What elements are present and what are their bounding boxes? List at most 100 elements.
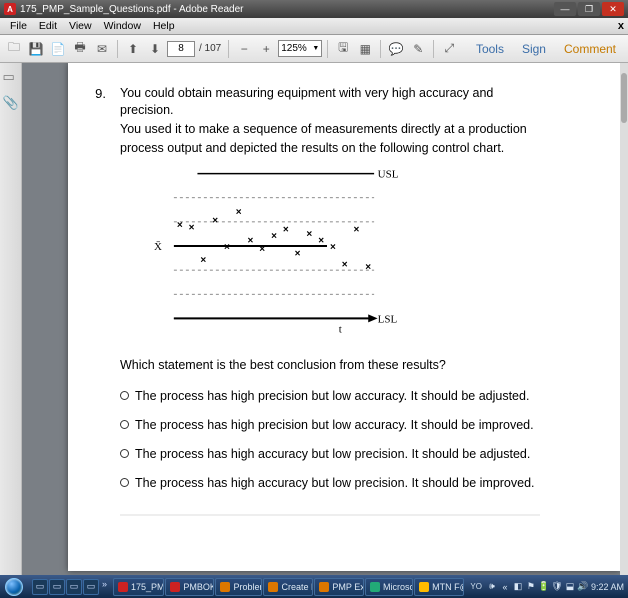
email-icon[interactable]: ✉ xyxy=(92,39,112,59)
zoom-in-button[interactable]: + xyxy=(256,39,276,59)
tools-panel-button[interactable]: Tools xyxy=(468,40,512,58)
navigation-pane: ▭ 📎 xyxy=(0,63,22,575)
taskbar-item-label: Problem lo... xyxy=(233,582,262,592)
window-close-button[interactable]: ✕ xyxy=(602,2,624,16)
svg-text:×: × xyxy=(236,206,242,217)
print-icon[interactable]: 🖶 xyxy=(70,39,90,59)
svg-text:X̄: X̄ xyxy=(154,240,162,252)
taskbar-item-icon xyxy=(268,582,278,592)
taskbar-item[interactable]: Create Foru... xyxy=(263,578,313,596)
open-icon[interactable]: 🗀 xyxy=(4,39,24,59)
svg-text:×: × xyxy=(248,235,254,246)
tray-expand-icon[interactable]: « xyxy=(500,582,510,592)
menu-window[interactable]: Window xyxy=(98,19,147,33)
option-c-label: The process has high accuracy but low pr… xyxy=(135,446,530,463)
svg-text:LSL: LSL xyxy=(378,313,398,325)
page-down-button[interactable]: ⬇ xyxy=(145,39,165,59)
taskbar-item-label: PMBOKGui... xyxy=(183,582,214,592)
zoom-select[interactable]: 125%▼ xyxy=(278,40,322,57)
windows-orb-icon xyxy=(5,578,23,596)
radio-icon xyxy=(120,478,129,487)
page-number-input[interactable] xyxy=(167,41,195,57)
sign-panel-button[interactable]: Sign xyxy=(514,40,554,58)
attachments-icon[interactable]: 📎 xyxy=(3,95,19,111)
menu-file[interactable]: File xyxy=(4,19,33,33)
separator xyxy=(117,40,118,58)
option-a-label: The process has high precision but low a… xyxy=(135,388,529,405)
option-d-label: The process has high accuracy but low pr… xyxy=(135,475,535,492)
vertical-scrollbar[interactable] xyxy=(620,63,628,575)
tray-icon[interactable]: 🕪 xyxy=(487,582,497,592)
adobe-reader-icon: A xyxy=(4,3,16,15)
menu-view[interactable]: View xyxy=(63,19,98,33)
window-titlebar: A 175_PMP_Sample_Questions.pdf - Adobe R… xyxy=(0,0,628,18)
taskbar-item[interactable]: PMBOKGui... xyxy=(165,578,214,596)
taskbar-item[interactable]: Problem lo... xyxy=(215,578,262,596)
read-mode-icon[interactable]: ⤢ xyxy=(439,39,459,59)
option-b[interactable]: The process has high precision but low a… xyxy=(120,417,540,434)
doc-close-button[interactable]: x xyxy=(618,20,624,32)
window-minimize-button[interactable]: — xyxy=(554,2,576,16)
svg-text:×: × xyxy=(224,242,230,253)
page-total-label: / 107 xyxy=(197,43,223,54)
document-area: 9. You could obtain measuring equipment … xyxy=(22,63,628,575)
tray-icon[interactable]: ⚑ xyxy=(526,582,536,592)
taskbar-item-icon xyxy=(118,582,128,592)
menu-edit[interactable]: Edit xyxy=(33,19,63,33)
menu-bar: File Edit View Window Help x xyxy=(0,18,628,35)
scrollbar-thumb[interactable] xyxy=(621,73,627,123)
quick-launch: ▭ ▭ ▭ ▭ » xyxy=(28,579,113,595)
separator xyxy=(228,40,229,58)
highlight-icon[interactable]: ✎ xyxy=(408,39,428,59)
view-tool-icon[interactable]: ▦ xyxy=(355,39,375,59)
tray-icon[interactable]: 🛡 xyxy=(552,582,562,592)
ql-item[interactable]: ▭ xyxy=(83,579,99,595)
taskbar-item-label: 175_PMP_S... xyxy=(131,582,164,592)
option-a[interactable]: The process has high precision but low a… xyxy=(120,388,540,405)
taskbar-item[interactable]: PMP Exam ... xyxy=(314,578,364,596)
taskbar-item[interactable]: MTN F@stL... xyxy=(414,578,464,596)
window-maximize-button[interactable]: ❐ xyxy=(578,2,600,16)
taskbar-item[interactable]: 175_PMP_S... xyxy=(113,578,164,596)
control-chart: USLLSLX̄t××××××××××××××××× xyxy=(150,163,540,348)
ql-item[interactable]: ▭ xyxy=(32,579,48,595)
pdf-page: 9. You could obtain measuring equipment … xyxy=(68,63,620,571)
radio-icon xyxy=(120,449,129,458)
tray-icon[interactable]: 🔊 xyxy=(578,582,588,592)
question-prompt: Which statement is the best conclusion f… xyxy=(120,357,540,374)
clock[interactable]: 9:22 AM xyxy=(591,582,624,592)
zoom-out-button[interactable]: − xyxy=(234,39,254,59)
start-button[interactable] xyxy=(0,575,28,598)
save-tool-icon[interactable]: 🖫 xyxy=(333,39,353,59)
option-d[interactable]: The process has high accuracy but low pr… xyxy=(120,475,540,492)
save-icon[interactable]: 💾 xyxy=(26,39,46,59)
svg-text:×: × xyxy=(177,220,183,231)
ql-item[interactable]: ▭ xyxy=(49,579,65,595)
radio-icon xyxy=(120,420,129,429)
separator xyxy=(327,40,328,58)
option-c[interactable]: The process has high accuracy but low pr… xyxy=(120,446,540,463)
question-number: 9. xyxy=(86,85,106,561)
comment-bubble-icon[interactable]: 💬 xyxy=(386,39,406,59)
answer-options: The process has high precision but low a… xyxy=(120,388,540,492)
tray-icon[interactable]: ⬓ xyxy=(565,582,575,592)
page-up-button[interactable]: ⬆ xyxy=(123,39,143,59)
comment-panel-button[interactable]: Comment xyxy=(556,40,624,58)
divider xyxy=(120,514,540,516)
language-indicator[interactable]: YO xyxy=(468,582,484,591)
tray-icon[interactable]: ◧ xyxy=(513,582,523,592)
separator xyxy=(380,40,381,58)
tray-icon[interactable]: 🔋 xyxy=(539,582,549,592)
export-pdf-icon[interactable]: 📄 xyxy=(48,39,68,59)
ql-expand[interactable]: » xyxy=(100,579,109,595)
svg-text:t: t xyxy=(339,323,342,335)
ql-item[interactable]: ▭ xyxy=(66,579,82,595)
svg-text:×: × xyxy=(342,259,348,270)
option-b-label: The process has high precision but low a… xyxy=(135,417,534,434)
taskbar-item-label: MTN F@stL... xyxy=(432,582,464,592)
zoom-value: 125% xyxy=(281,43,307,54)
taskbar-item[interactable]: Microsoft E... xyxy=(365,578,413,596)
menu-help[interactable]: Help xyxy=(147,19,181,33)
thumbnails-icon[interactable]: ▭ xyxy=(3,69,19,85)
taskbar-item-label: Create Foru... xyxy=(281,582,313,592)
